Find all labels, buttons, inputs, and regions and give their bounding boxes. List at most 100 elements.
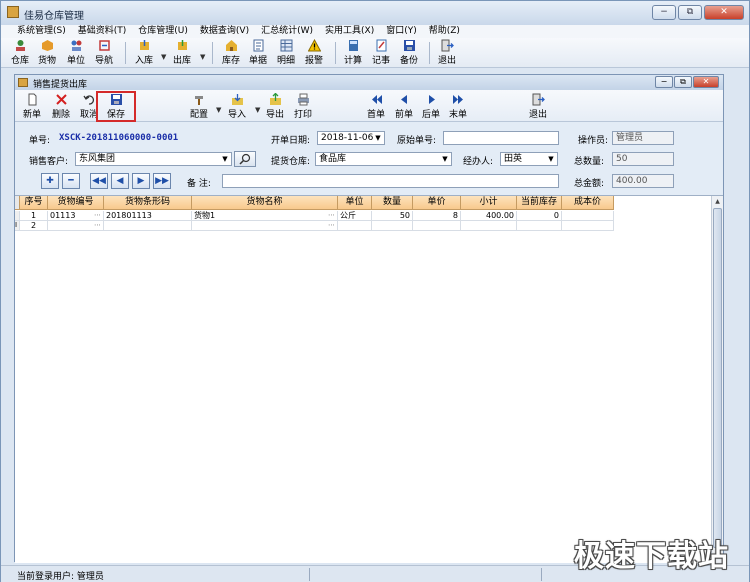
cell-cost[interactable] — [562, 221, 614, 231]
cell-stock[interactable]: 0 — [517, 211, 562, 221]
menu-system[interactable]: 系统管理(S) — [1, 25, 72, 38]
menu-query[interactable]: 数据查询(V) — [194, 25, 255, 38]
add-row-button[interactable]: ✚ — [41, 173, 59, 189]
cell-subtotal[interactable]: 400.00 — [461, 211, 517, 221]
cell-qty[interactable]: 50 — [372, 211, 413, 221]
cell-unit[interactable]: 公斤 — [338, 211, 372, 221]
restore-button[interactable]: ⧉ — [678, 5, 702, 20]
cell-goods-name[interactable]: 货物1 ⋯ — [192, 211, 338, 221]
cell-goods-name[interactable]: ⋯ — [192, 221, 338, 231]
ellipsis-icon[interactable]: ⋯ — [94, 211, 101, 220]
cell-cost[interactable] — [562, 211, 614, 221]
next-record-button[interactable]: 后单 — [422, 93, 440, 120]
remark-input[interactable] — [222, 174, 559, 188]
goods-button[interactable]: 货物 — [38, 39, 56, 66]
import-dropdown-icon[interactable]: ▼ — [255, 106, 260, 114]
print-button[interactable]: 打印 — [294, 93, 312, 120]
warehouse-dropdown-icon[interactable]: ▼ — [440, 154, 450, 164]
customer-search-button[interactable] — [234, 151, 256, 167]
last-record-button[interactable]: 末单 — [449, 93, 467, 120]
cell-subtotal[interactable] — [461, 221, 517, 231]
column-header[interactable]: 小计 — [461, 196, 517, 210]
scroll-up-icon[interactable]: ▲ — [712, 196, 723, 207]
column-header[interactable]: 成本价 — [562, 196, 614, 210]
cell-price[interactable]: 8 — [413, 211, 461, 221]
outbound-dropdown-icon[interactable]: ▼ — [200, 53, 205, 61]
first-row-button[interactable]: ◀◀ — [90, 173, 108, 189]
close-button[interactable]: ✕ — [704, 5, 744, 20]
first-record-button[interactable]: 首单 — [367, 93, 385, 120]
child-restore-button[interactable]: ⧉ — [674, 76, 692, 88]
cell-price[interactable] — [413, 221, 461, 231]
column-header[interactable]: 序号 — [20, 196, 48, 210]
date-dropdown-icon[interactable]: ▼ — [373, 133, 383, 143]
ellipsis-icon[interactable]: ⋯ — [94, 221, 101, 230]
cell-seq[interactable]: 1 — [20, 211, 48, 221]
cell-goods-code[interactable]: ⋯ — [48, 221, 104, 231]
notes-button[interactable]: 记事 — [372, 39, 390, 66]
ellipsis-icon[interactable]: ⋯ — [328, 221, 335, 230]
import-button[interactable]: 导入 — [228, 93, 246, 120]
prev-row-button[interactable]: ◀ — [111, 173, 129, 189]
backup-button[interactable]: 备份 — [400, 39, 418, 66]
cell-barcode[interactable]: 201801113 — [104, 211, 192, 221]
minimize-button[interactable]: − — [652, 5, 676, 20]
export-button[interactable]: 导出 — [266, 93, 284, 120]
table-row[interactable]: 1 01113 ⋯ 201801113 货物1 ⋯ 公斤 50 8 400.00 0 — [15, 211, 614, 221]
outbound-button[interactable]: 出库 — [173, 39, 191, 66]
inbound-dropdown-icon[interactable]: ▼ — [161, 53, 166, 61]
scroll-thumb[interactable] — [713, 208, 722, 548]
navigate-button[interactable]: 导航 — [95, 39, 113, 66]
cell-stock[interactable] — [517, 221, 562, 231]
child-close-button[interactable]: ✕ — [693, 76, 719, 88]
inbound-button[interactable]: 入库 — [135, 39, 153, 66]
customer-select[interactable]: 东风集团 ▼ — [75, 152, 232, 166]
exit-button[interactable]: 退出 — [438, 39, 456, 66]
handler-select[interactable]: 田英 ▼ — [500, 152, 558, 166]
menu-summary[interactable]: 汇总统计(W) — [255, 25, 319, 38]
column-header[interactable]: 货物编号 — [48, 196, 104, 210]
column-header[interactable]: 货物条形码 — [104, 196, 192, 210]
unit-button[interactable]: 单位 — [67, 39, 85, 66]
next-row-button[interactable]: ▶ — [132, 173, 150, 189]
handler-dropdown-icon[interactable]: ▼ — [546, 154, 556, 164]
config-dropdown-icon[interactable]: ▼ — [216, 106, 221, 114]
column-header[interactable]: 货物名称 — [192, 196, 338, 210]
column-header[interactable]: 当前库存 — [517, 196, 562, 210]
child-exit-button[interactable]: 退出 — [529, 93, 547, 120]
documents-button[interactable]: 单据 — [249, 39, 267, 66]
alarm-button[interactable]: 报警 — [305, 39, 323, 66]
menu-help[interactable]: 帮助(Z) — [423, 25, 466, 38]
column-header[interactable]: 单价 — [413, 196, 461, 210]
detail-button[interactable]: 明细 — [277, 39, 295, 66]
orig-no-input[interactable] — [443, 131, 559, 145]
menu-warehouse[interactable]: 仓库管理(U) — [132, 25, 194, 38]
ellipsis-icon[interactable]: ⋯ — [328, 211, 335, 220]
goods-label: 货物 — [38, 56, 57, 66]
grid-scrollbar[interactable]: ▲ ▼ — [711, 196, 723, 564]
cell-goods-code[interactable]: 01113 ⋯ — [48, 211, 104, 221]
cell-unit[interactable] — [338, 221, 372, 231]
warehouse-button[interactable]: 仓库 — [11, 39, 29, 66]
table-row[interactable]: I 2 ⋯ ⋯ — [15, 221, 614, 231]
cell-qty[interactable] — [372, 221, 413, 231]
new-button[interactable]: 新单 — [23, 93, 41, 120]
prev-record-button[interactable]: 前单 — [395, 93, 413, 120]
last-row-button[interactable]: ▶▶ — [153, 173, 171, 189]
column-header[interactable]: 单位 — [338, 196, 372, 210]
config-button[interactable]: 配置 — [190, 93, 208, 120]
date-picker[interactable]: 2018-11-06 ▼ — [317, 131, 385, 145]
remove-row-button[interactable]: ━ — [62, 173, 80, 189]
stock-button[interactable]: 库存 — [222, 39, 240, 66]
delete-button[interactable]: 删除 — [52, 93, 70, 120]
menu-window[interactable]: 窗口(Y) — [380, 25, 423, 38]
column-header[interactable]: 数量 — [372, 196, 413, 210]
menu-tools[interactable]: 实用工具(X) — [319, 25, 380, 38]
menu-basic-data[interactable]: 基础资料(T) — [72, 25, 133, 38]
cell-barcode[interactable] — [104, 221, 192, 231]
customer-dropdown-icon[interactable]: ▼ — [220, 154, 230, 164]
warehouse-select[interactable]: 食品库 ▼ — [315, 152, 452, 166]
cell-seq[interactable]: 2 — [20, 221, 48, 231]
calculator-button[interactable]: 计算 — [344, 39, 362, 66]
child-minimize-button[interactable]: − — [655, 76, 673, 88]
